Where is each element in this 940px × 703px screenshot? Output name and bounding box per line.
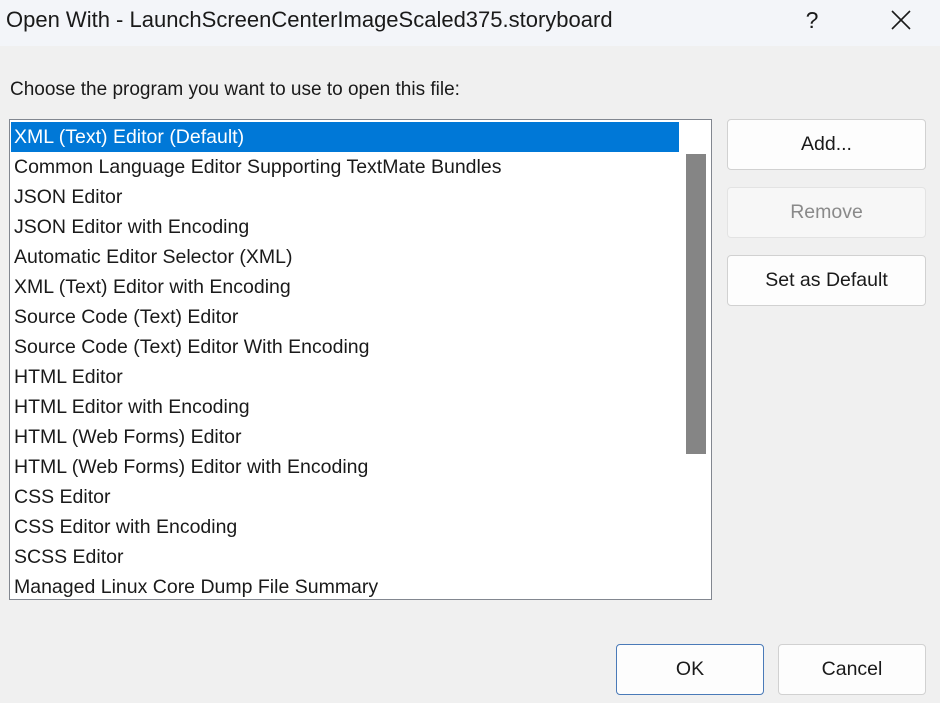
program-list-item[interactable]: XML (Text) Editor (Default) [11, 122, 679, 152]
title-bar: Open With - LaunchScreenCenterImageScale… [0, 0, 940, 46]
program-list-item[interactable]: HTML Editor [11, 362, 679, 392]
program-list-item[interactable]: HTML (Web Forms) Editor with Encoding [11, 452, 679, 482]
instruction-label: Choose the program you want to use to op… [10, 79, 460, 100]
cancel-button[interactable]: Cancel [778, 644, 926, 695]
remove-button[interactable]: Remove [727, 187, 926, 238]
program-list-item[interactable]: CSS Editor with Encoding [11, 512, 679, 542]
program-list-item[interactable]: Source Code (Text) Editor [11, 302, 679, 332]
close-button[interactable] [878, 2, 924, 38]
program-list-item[interactable]: Source Code (Text) Editor With Encoding [11, 332, 679, 362]
program-list-item[interactable]: CSS Editor [11, 482, 679, 512]
set-as-default-button[interactable]: Set as Default [727, 255, 926, 306]
program-list[interactable]: XML (Text) Editor (Default) Common Langua… [11, 122, 679, 599]
close-icon [891, 10, 911, 30]
window-title: Open With - LaunchScreenCenterImageScale… [6, 7, 613, 32]
program-list-item[interactable]: XML (Text) Editor with Encoding [11, 272, 679, 302]
program-list-item[interactable]: SCSS Editor [11, 542, 679, 572]
program-list-item[interactable]: JSON Editor with Encoding [11, 212, 679, 242]
program-listbox[interactable]: XML (Text) Editor (Default) Common Langua… [9, 119, 712, 600]
help-button[interactable]: ? [792, 2, 832, 38]
program-list-item[interactable]: Managed Linux Core Dump File Summary [11, 572, 679, 599]
program-list-item[interactable]: HTML Editor with Encoding [11, 392, 679, 422]
program-list-item[interactable]: JSON Editor [11, 182, 679, 212]
add-button[interactable]: Add... [727, 119, 926, 170]
program-list-item[interactable]: Common Language Editor Supporting TextMa… [11, 152, 679, 182]
program-list-item[interactable]: Automatic Editor Selector (XML) [11, 242, 679, 272]
ok-button[interactable]: OK [616, 644, 764, 695]
scrollbar-thumb[interactable] [686, 154, 706, 454]
program-list-item[interactable]: HTML (Web Forms) Editor [11, 422, 679, 452]
